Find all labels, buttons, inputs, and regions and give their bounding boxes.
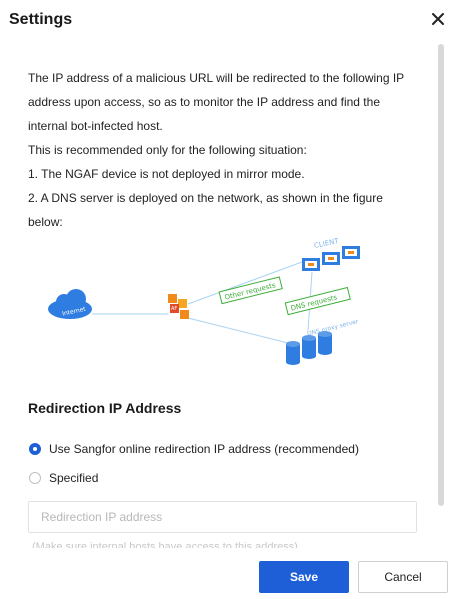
- radio-label: Use Sangfor online redirection IP addres…: [49, 442, 359, 456]
- radio-label: Specified: [49, 471, 99, 485]
- radio-option-sangfor[interactable]: Use Sangfor online redirection IP addres…: [29, 442, 359, 456]
- dialog-title: Settings: [9, 11, 73, 28]
- description-line: below:: [28, 215, 63, 229]
- client-label: CLIENT: [313, 237, 340, 250]
- description-line: internal bot-infected host.: [28, 119, 163, 133]
- description: The IP address of a malicious URL will b…: [28, 66, 418, 234]
- close-icon[interactable]: [427, 8, 449, 30]
- description-line: This is recommended only for the followi…: [28, 143, 307, 157]
- scrollbar-thumb[interactable]: [438, 44, 444, 506]
- description-line: The IP address of a malicious URL will b…: [28, 71, 405, 85]
- cancel-button[interactable]: Cancel: [358, 561, 448, 593]
- radio-button[interactable]: [29, 443, 41, 455]
- dns-proxy-label: DNS proxy server: [306, 318, 359, 338]
- settings-dialog: Settings The IP address of a malicious U…: [0, 0, 449, 599]
- redirection-ip-input[interactable]: [28, 501, 417, 533]
- hint-text: (Make sure internal hosts have access to…: [32, 541, 298, 548]
- dns-server-icon: [286, 331, 332, 365]
- dialog-body: The IP address of a malicious URL will b…: [28, 66, 418, 234]
- dialog-footer: Save Cancel: [0, 548, 449, 599]
- device-label: AF: [171, 306, 177, 312]
- client-computers-icon: [302, 246, 360, 271]
- description-line: 1. The NGAF device is not deployed in mi…: [28, 167, 305, 181]
- network-diagram: Internet AF Other requests CLIENT DNS re…: [48, 237, 360, 365]
- save-button[interactable]: Save: [259, 561, 349, 593]
- radio-option-specified[interactable]: Specified: [29, 471, 98, 485]
- radio-button[interactable]: [29, 472, 41, 484]
- dialog-header: Settings: [0, 0, 449, 44]
- description-line: address upon access, so as to monitor th…: [28, 95, 380, 109]
- description-line: 2. A DNS server is deployed on the netwo…: [28, 191, 383, 205]
- section-title: Redirection IP Address: [28, 400, 182, 416]
